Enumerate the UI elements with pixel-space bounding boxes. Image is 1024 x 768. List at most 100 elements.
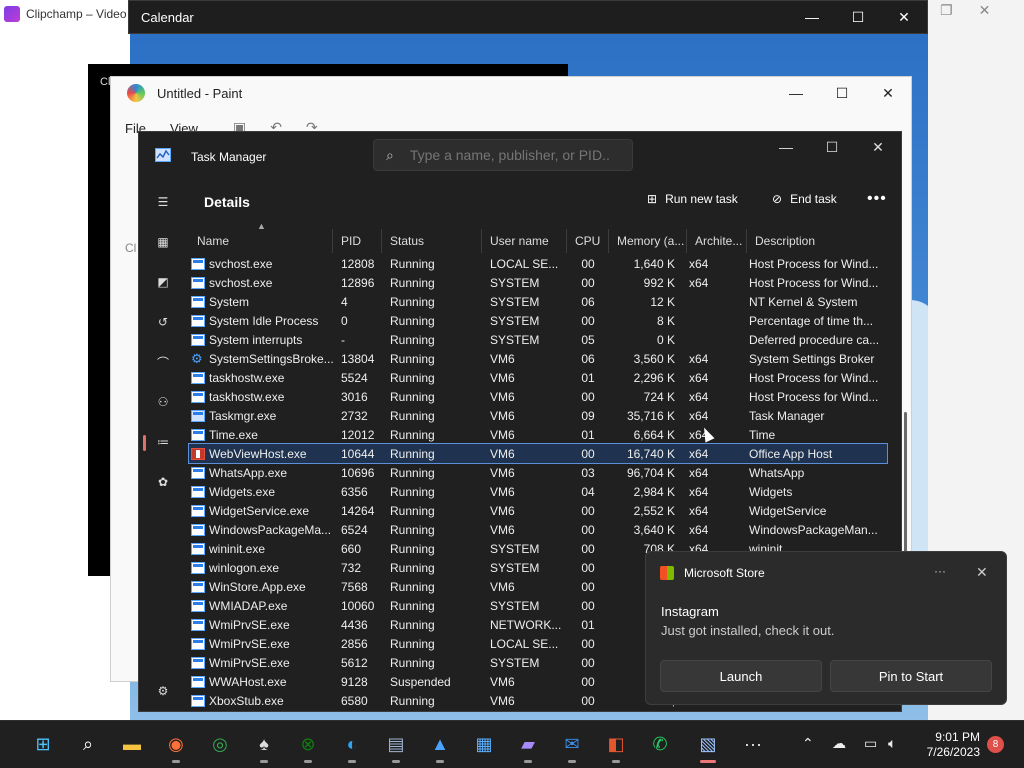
clipchamp-icon[interactable]: ▰ bbox=[515, 731, 541, 763]
more-apps-icon[interactable]: ··· bbox=[740, 731, 766, 757]
whatsapp-icon[interactable]: ✆ bbox=[647, 731, 673, 757]
process-window-icon bbox=[191, 276, 205, 289]
details-icon[interactable]: ≔ bbox=[143, 426, 179, 458]
performance-icon[interactable]: ◩ bbox=[147, 266, 179, 298]
column-architecture[interactable]: Archite... bbox=[687, 229, 747, 253]
services-icon[interactable]: ✿ bbox=[147, 466, 179, 498]
microsoft-store-icon bbox=[660, 566, 674, 580]
close-button[interactable]: ✕ bbox=[881, 1, 927, 33]
column-name[interactable]: Name bbox=[189, 229, 333, 253]
cell-name: taskhostw.exe bbox=[189, 390, 333, 404]
more-options-icon[interactable]: ••• bbox=[867, 190, 887, 208]
start-windows-icon[interactable]: ⊞ bbox=[30, 731, 56, 757]
maximize-button[interactable]: ☐ bbox=[819, 77, 865, 109]
processes-icon[interactable]: ▦ bbox=[147, 226, 179, 258]
mail-icon[interactable]: ✉ bbox=[559, 731, 585, 763]
edge-icon[interactable]: ◐ bbox=[339, 731, 365, 763]
network-icon[interactable]: ▭ bbox=[864, 735, 877, 752]
onedrive-icon[interactable]: ☁ bbox=[832, 735, 846, 752]
table-row[interactable]: Widgets.exe 6356 Running VM6 04 2,984 K x64 Wid… bbox=[189, 482, 887, 501]
cell-cpu: 04 bbox=[581, 484, 595, 499]
table-row[interactable]: taskhostw.exe 5524 Running VM6 01 2,296 K x64 H… bbox=[189, 368, 887, 387]
system-clock[interactable]: 9:01 PM 7/26/2023 bbox=[918, 730, 980, 760]
table-row[interactable]: WebViewHost.exe 10644 Running VM6 00 16,740 K… bbox=[188, 443, 888, 464]
minimize-button[interactable]: — bbox=[773, 77, 819, 109]
table-row[interactable]: ⚙ SystemSettingsBroke... 13804 Running VM6 06… bbox=[189, 349, 887, 368]
task-manager-window-controls: — ☐ ✕ bbox=[763, 133, 901, 161]
minimize-button[interactable]: — bbox=[789, 1, 835, 33]
table-row[interactable]: Taskmgr.exe 2732 Running VM6 09 35,716 K x64 Ta… bbox=[189, 406, 887, 425]
toast-close-icon[interactable]: ✕ bbox=[976, 564, 988, 581]
clipchamp-icon bbox=[4, 6, 20, 22]
pin-to-start-button[interactable]: Pin to Start bbox=[830, 660, 992, 692]
toast-more-icon[interactable]: ··· bbox=[934, 564, 946, 578]
microsoft-store-icon[interactable]: ▦ bbox=[471, 731, 497, 757]
table-row[interactable]: System interrupts - Running SYSTEM 05 0 K Defe… bbox=[189, 330, 887, 349]
launch-button[interactable]: Launch bbox=[660, 660, 822, 692]
cell-architecture: x64 bbox=[689, 370, 709, 385]
table-row[interactable]: System 4 Running SYSTEM 06 12 K NT Kernel & Sy… bbox=[189, 292, 887, 311]
column-status[interactable]: Status bbox=[382, 229, 482, 253]
column-description[interactable]: Description bbox=[747, 229, 887, 253]
close-button[interactable]: ✕ bbox=[855, 133, 901, 161]
hamburger-menu-icon[interactable]: ☰ bbox=[147, 186, 179, 218]
minimize-button[interactable]: — bbox=[763, 133, 809, 161]
cell-pid: 12012 bbox=[341, 427, 375, 442]
process-window-icon bbox=[191, 295, 205, 308]
table-row[interactable]: svchost.exe 12896 Running SYSTEM 00 992 K x64 H… bbox=[189, 273, 887, 292]
close-button[interactable]: ✕ bbox=[865, 77, 911, 109]
restore-icon[interactable]: ❐ bbox=[940, 2, 953, 19]
task-manager-title-bar: Task Manager ⌕ — ☐ ✕ bbox=[139, 132, 901, 180]
toast-notification[interactable]: Microsoft Store ··· ✕ Instagram Just got… bbox=[645, 551, 1007, 705]
clock-date: 7/26/2023 bbox=[926, 745, 980, 759]
cell-name: System bbox=[189, 295, 333, 309]
xbox-icon[interactable]: ⊗ bbox=[295, 731, 321, 763]
photos-icon[interactable]: ▲ bbox=[427, 731, 453, 763]
table-row[interactable]: WindowsPackageMa... 6524 Running VM6 00 3,640… bbox=[189, 520, 887, 539]
calendar-window[interactable]: Calendar — ☐ ✕ bbox=[128, 0, 928, 34]
task-manager-icon[interactable]: ▧ bbox=[695, 731, 721, 763]
file-explorer-icon[interactable]: ▬ bbox=[119, 731, 145, 757]
table-row[interactable]: WidgetService.exe 14264 Running VM6 00 2,552 … bbox=[189, 501, 887, 520]
cell-pid: 6524 bbox=[341, 522, 368, 537]
firefox-icon[interactable]: ◉ bbox=[163, 731, 189, 763]
black-window-title: Cl bbox=[100, 76, 111, 88]
show-hidden-icons-icon[interactable]: ⌃ bbox=[802, 735, 814, 752]
column-pid[interactable]: PID bbox=[333, 229, 382, 253]
maximize-button[interactable]: ☐ bbox=[809, 133, 855, 161]
cell-description: Host Process for Wind... bbox=[749, 389, 879, 404]
cell-user: SYSTEM bbox=[490, 655, 540, 670]
run-new-task-button[interactable]: ⊞ Run new task bbox=[647, 192, 738, 206]
table-row[interactable]: svchost.exe 12808 Running LOCAL SE... 00 1,64… bbox=[189, 254, 887, 273]
table-row[interactable]: taskhostw.exe 3016 Running VM6 00 724 K x64 Hos… bbox=[189, 387, 887, 406]
cell-status: Running bbox=[390, 294, 435, 309]
calculator-icon[interactable]: ▤ bbox=[383, 731, 409, 763]
column-memory[interactable]: Memory (a... bbox=[609, 229, 687, 253]
table-row[interactable]: System Idle Process 0 Running SYSTEM 00 8 K Pe… bbox=[189, 311, 887, 330]
search-input[interactable] bbox=[409, 147, 610, 163]
notification-badge[interactable]: 8 bbox=[987, 736, 1004, 753]
solitaire-icon[interactable]: ♠ bbox=[251, 731, 277, 763]
cell-user: NETWORK... bbox=[490, 617, 562, 632]
volume-icon[interactable]: 🔈︎ bbox=[888, 735, 896, 752]
cell-description: Office App Host bbox=[749, 446, 833, 461]
cell-status: Running bbox=[390, 389, 435, 404]
table-row[interactable]: WhatsApp.exe 10696 Running VM6 03 96,704 K x64… bbox=[189, 463, 887, 482]
table-row[interactable]: Time.exe 12012 Running VM6 01 6,664 Kx64 Time bbox=[189, 425, 887, 444]
startup-apps-icon[interactable]: ⌒ bbox=[147, 346, 179, 378]
clipchamp-window-title[interactable]: Clipchamp – Video bbox=[0, 0, 130, 28]
users-icon[interactable]: ⚇ bbox=[147, 386, 179, 418]
cell-cpu: 00 bbox=[581, 446, 595, 461]
settings-gear-icon[interactable]: ⚙ bbox=[147, 675, 179, 707]
column-user-name[interactable]: User name bbox=[482, 229, 567, 253]
cell-cpu: 00 bbox=[581, 541, 595, 556]
app-history-icon[interactable]: ↺ bbox=[147, 306, 179, 338]
close-icon[interactable]: ✕ bbox=[979, 2, 991, 19]
search-box[interactable]: ⌕ bbox=[373, 139, 633, 171]
maximize-button[interactable]: ☐ bbox=[835, 1, 881, 33]
column-cpu[interactable]: CPU bbox=[567, 229, 609, 253]
office-icon[interactable]: ◧ bbox=[603, 731, 629, 763]
end-task-button[interactable]: ⊘ End task bbox=[772, 192, 837, 206]
chrome-icon[interactable]: ◎ bbox=[207, 731, 233, 757]
search-icon[interactable]: ⌕ bbox=[75, 731, 101, 757]
